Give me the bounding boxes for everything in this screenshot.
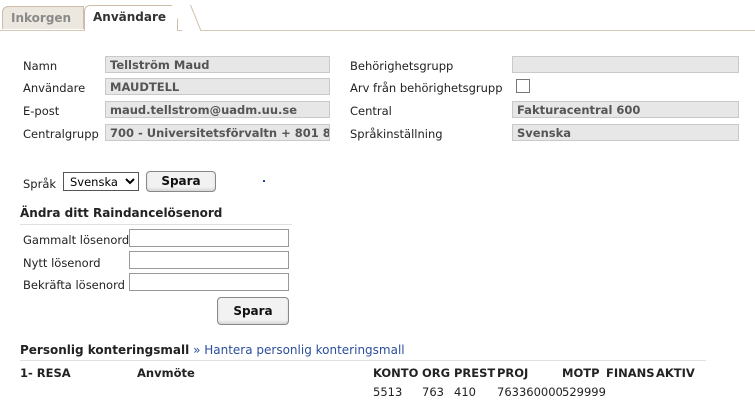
template-row-desc: Anvmöte	[137, 366, 195, 380]
tab-bar: Inkorgen Användare	[0, 0, 755, 31]
col-header-aktiv: AKTIV	[656, 366, 695, 380]
decorative-dot	[263, 180, 265, 182]
centralgrupp-field: 700 - Universitetsförvaltn + 801 8	[105, 124, 330, 141]
namn-label: Namn	[23, 59, 58, 73]
password-section-title: Ändra ditt Raindancelösenord	[20, 206, 223, 220]
sprakinstallning-label: Språkinställning	[350, 127, 443, 141]
col-header-prest: PREST	[454, 366, 496, 380]
template-manage-link[interactable]: » Hantera personlig konteringsmall	[193, 343, 405, 357]
template-header: Personlig konteringsmall » Hantera perso…	[20, 343, 405, 357]
col-header-finans: FINANS	[606, 366, 655, 380]
password-divider	[20, 224, 292, 225]
centralgrupp-label: Centralgrupp	[23, 127, 99, 141]
tab-inkorgen[interactable]: Inkorgen	[2, 6, 84, 29]
behorighetsgrupp-field	[512, 56, 739, 73]
col-header-konto: KONTO	[373, 366, 419, 380]
arv-checkbox[interactable]	[516, 79, 530, 93]
col-header-org: ORG	[422, 366, 451, 380]
language-save-button[interactable]: Spara	[146, 171, 216, 192]
cell-org: 763	[422, 385, 444, 399]
confirm-password-label: Bekräfta lösenord	[23, 278, 125, 292]
namn-field: Tellström Maud	[105, 56, 330, 73]
central-label: Central	[350, 104, 392, 118]
cell-prest: 410	[454, 385, 476, 399]
language-select[interactable]: Svenska	[63, 172, 139, 191]
anvandare-field: MAUDTELL	[105, 78, 330, 95]
old-password-label: Gammalt lösenord	[23, 233, 130, 247]
epost-field: maud.tellstrom@uadm.uu.se	[105, 101, 330, 118]
cell-konto: 5513	[373, 385, 403, 399]
old-password-input[interactable]	[129, 229, 289, 247]
template-title: Personlig konteringsmall	[20, 343, 190, 357]
confirm-password-input[interactable]	[129, 273, 289, 291]
col-header-proj: PROJ	[497, 366, 529, 380]
epost-label: E-post	[23, 104, 60, 118]
cell-proj: 763360000	[497, 385, 563, 399]
sprak-label: Språk	[23, 177, 57, 191]
tab-anvandare[interactable]: Användare	[84, 5, 178, 31]
sprakinstallning-field: Svenska	[512, 124, 739, 141]
central-field: Fakturacentral 600	[512, 101, 739, 118]
cell-motp: 529999	[562, 385, 606, 399]
arv-label: Arv från behörighetsgrupp	[350, 81, 503, 95]
new-password-label: Nytt lösenord	[23, 256, 101, 270]
password-save-button[interactable]: Spara	[217, 297, 289, 325]
new-password-input[interactable]	[129, 251, 289, 269]
template-divider	[20, 360, 706, 361]
anvandare-label: Användare	[23, 81, 86, 95]
template-row-name: 1- RESA	[20, 366, 71, 380]
col-header-motp: MOTP	[562, 366, 600, 380]
behorighetsgrupp-label: Behörighetsgrupp	[350, 59, 454, 73]
